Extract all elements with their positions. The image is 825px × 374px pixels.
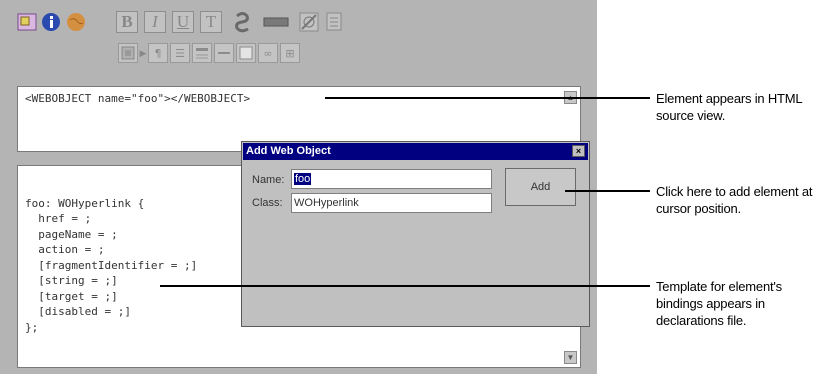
add-callout-line (565, 190, 650, 192)
class-label: Class: (252, 197, 283, 209)
play-icon[interactable]: ▶ (139, 45, 147, 61)
declaration-line: href = ; (25, 212, 92, 225)
name-label: Name: (252, 174, 285, 186)
underline-button[interactable]: U (172, 11, 194, 33)
add-web-object-dialog: Add Web Object × Name: foo Class: WOHype… (241, 141, 590, 327)
web-object-icon[interactable] (16, 11, 38, 33)
typewriter-button[interactable]: T (200, 11, 222, 33)
declaration-line: [fragmentIdentifier = ;] (25, 258, 198, 272)
close-icon[interactable]: × (572, 145, 585, 157)
form-icon[interactable] (324, 11, 346, 33)
link-icon[interactable] (229, 9, 255, 35)
declaration-line: action = ; (25, 243, 105, 256)
table-button[interactable]: ⊞ (280, 43, 300, 63)
add-callout-text: Click here to add element at cursor posi… (656, 184, 813, 216)
source-callout-line (325, 97, 650, 99)
declaration-line: foo: WOHyperlink { (25, 196, 145, 210)
template-callout-text: Template for element's bindings appears … (656, 279, 782, 328)
add-button[interactable]: Add (505, 168, 576, 206)
declaration-line: [disabled = ;] (25, 305, 131, 318)
name-value: foo (294, 173, 312, 185)
template-callout-line (160, 285, 650, 287)
declarations-text: foo: WOHyperlink { href = ; pageName = ;… (25, 180, 197, 335)
source-text: <WEBOBJECT name="foo"></WEBOBJECT> (25, 92, 251, 105)
scroll-down-arrow[interactable]: ▼ (564, 351, 577, 364)
image-icon[interactable] (298, 11, 320, 33)
globe-icon[interactable] (65, 11, 87, 33)
link-chain-button[interactable]: ∞ (258, 43, 278, 63)
info-icon[interactable] (40, 11, 62, 33)
name-field[interactable]: foo (291, 169, 492, 189)
paragraph-button[interactable]: ¶ (148, 43, 168, 63)
declaration-line: pageName = ; (25, 227, 118, 241)
declaration-line: }; (25, 320, 39, 334)
heading-icon[interactable] (192, 43, 212, 63)
source-callout-text: Element appears in HTML source view. (656, 91, 802, 123)
italic-button[interactable]: I (144, 11, 166, 33)
class-field[interactable]: WOHyperlink (291, 193, 492, 213)
dialog-title: Add Web Object (246, 145, 331, 157)
declaration-line: [target = ;] (25, 289, 118, 303)
rule-icon[interactable] (214, 43, 234, 63)
list-button[interactable]: ☰ (170, 43, 190, 63)
box-icon[interactable] (236, 43, 256, 63)
bold-button[interactable]: B (116, 11, 138, 33)
dialog-titlebar: Add Web Object × (243, 143, 588, 160)
element-icon[interactable] (118, 43, 138, 63)
editor-window: B I U T ▶ ¶ ☰ ∞ ⊞ <WEBOBJECT name="foo">… (0, 0, 597, 374)
horizontal-rule-icon[interactable] (261, 11, 291, 33)
